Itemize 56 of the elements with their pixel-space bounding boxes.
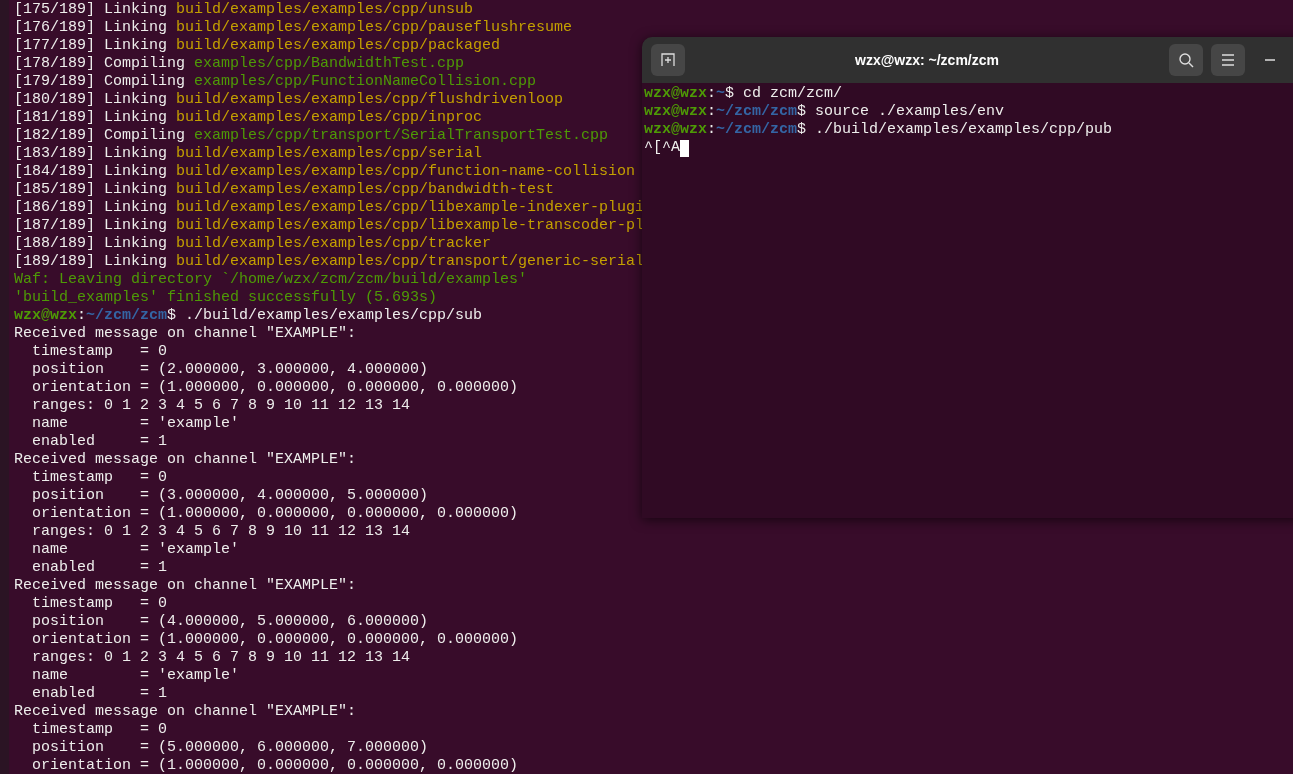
terminal-line: [182/189] Compiling examples/cpp/transport/SerialTransportTest.cpp xyxy=(14,127,609,145)
terminal-line: timestamp = 0 xyxy=(31,721,168,739)
terminal-line: timestamp = 0 xyxy=(31,595,168,613)
new-tab-button[interactable] xyxy=(651,44,685,76)
terminal-line: [184/189] Linking build/examples/examples/cpp/function-name-collision xyxy=(14,163,636,181)
terminal-line: orientation = (1.000000, 0.000000, 0.000000, 0.000000) xyxy=(31,631,519,649)
terminal-line: wzx@wzx:~/zcm/zcm$ ./build/examples/examples/cpp/sub xyxy=(14,307,483,325)
terminal-line: [185/189] Linking build/examples/examples/cpp/bandwidth-test xyxy=(14,181,555,199)
terminal-line: ranges: 0 1 2 3 4 5 6 7 8 9 10 11 12 13 14 xyxy=(31,397,411,415)
terminal-line: [186/189] Linking build/examples/examples/cpp/libexample-indexer-plugi xyxy=(14,199,645,217)
terminal-line: wzx@wzx:~/zcm/zcm$ ./build/examples/examples/cpp/pub xyxy=(644,121,1113,139)
terminal-line: position = (2.000000, 3.000000, 4.000000) xyxy=(31,361,429,379)
terminal-line: wzx@wzx:~/zcm/zcm$ source ./examples/env xyxy=(644,103,1005,121)
search-icon xyxy=(1178,52,1194,68)
menu-button[interactable] xyxy=(1211,44,1245,76)
terminal-line: enabled = 1 xyxy=(31,559,168,577)
terminal-line: [188/189] Linking build/examples/examples/cpp/tracker xyxy=(14,235,492,253)
search-button[interactable] xyxy=(1169,44,1203,76)
terminal-line: ranges: 0 1 2 3 4 5 6 7 8 9 10 11 12 13 14 xyxy=(31,649,411,667)
terminal-line: [189/189] Linking build/examples/examples/cpp/transport/generic-serial xyxy=(14,253,645,271)
terminal-line: Received message on channel "EXAMPLE": xyxy=(14,325,357,343)
terminal-line: Received message on channel "EXAMPLE": xyxy=(14,451,357,469)
terminal-line: Received message on channel "EXAMPLE": xyxy=(14,577,357,595)
terminal-line: position = (3.000000, 4.000000, 5.000000) xyxy=(31,487,429,505)
minimize-icon xyxy=(1265,59,1275,61)
terminal-line: ranges: 0 1 2 3 4 5 6 7 8 9 10 11 12 13 14 xyxy=(31,523,411,541)
terminal-line: enabled = 1 xyxy=(31,685,168,703)
terminal-line: [176/189] Linking build/examples/examples/cpp/pauseflushresume xyxy=(14,19,573,37)
terminal-line: [179/189] Compiling examples/cpp/FunctionNameCollision.cpp xyxy=(14,73,537,91)
terminal-line: [183/189] Linking build/examples/examples/cpp/serial xyxy=(14,145,483,163)
terminal-line: [178/189] Compiling examples/cpp/BandwidthTest.cpp xyxy=(14,55,465,73)
terminal-line: [187/189] Linking build/examples/examples/cpp/libexample-transcoder-pl xyxy=(14,217,645,235)
text-cursor xyxy=(680,139,689,157)
terminal-line: wzx@wzx:~$ cd zcm/zcm/ xyxy=(644,85,843,103)
terminal-line: [175/189] Linking build/examples/examples/cpp/unsub xyxy=(14,1,474,19)
terminal-line: Waf: Leaving directory `/home/wzx/zcm/zcm/build/examples' xyxy=(14,271,528,289)
terminal-line: ^[^A xyxy=(644,139,689,157)
terminal-line: orientation = (1.000000, 0.000000, 0.000000, 0.000000) xyxy=(31,757,519,774)
terminal-line: Received message on channel "EXAMPLE": xyxy=(14,703,357,721)
terminal-line: position = (5.000000, 6.000000, 7.000000) xyxy=(31,739,429,757)
terminal-line: [180/189] Linking build/examples/examples/cpp/flushdrivenloop xyxy=(14,91,564,109)
terminal-line: enabled = 1 xyxy=(31,433,168,451)
terminal-line: timestamp = 0 xyxy=(31,469,168,487)
terminal-line: timestamp = 0 xyxy=(31,343,168,361)
terminal-line: orientation = (1.000000, 0.000000, 0.000000, 0.000000) xyxy=(31,505,519,523)
terminal-line: orientation = (1.000000, 0.000000, 0.000000, 0.000000) xyxy=(31,379,519,397)
terminal-line: [177/189] Linking build/examples/examples/cpp/packaged xyxy=(14,37,501,55)
terminal-line: 'build_examples' finished successfully (5.693s) xyxy=(14,289,438,307)
terminal-line: position = (4.000000, 5.000000, 6.000000) xyxy=(31,613,429,631)
new-tab-icon xyxy=(660,52,676,68)
terminal-line: name = 'example' xyxy=(31,415,240,433)
menu-icon xyxy=(1221,54,1235,66)
window-title: wzx@wzx: ~/zcm/zcm xyxy=(855,50,999,70)
terminal-line: name = 'example' xyxy=(31,667,240,685)
terminal-line: name = 'example' xyxy=(31,541,240,559)
terminal-line: [181/189] Linking build/examples/examples/cpp/inproc xyxy=(14,109,483,127)
